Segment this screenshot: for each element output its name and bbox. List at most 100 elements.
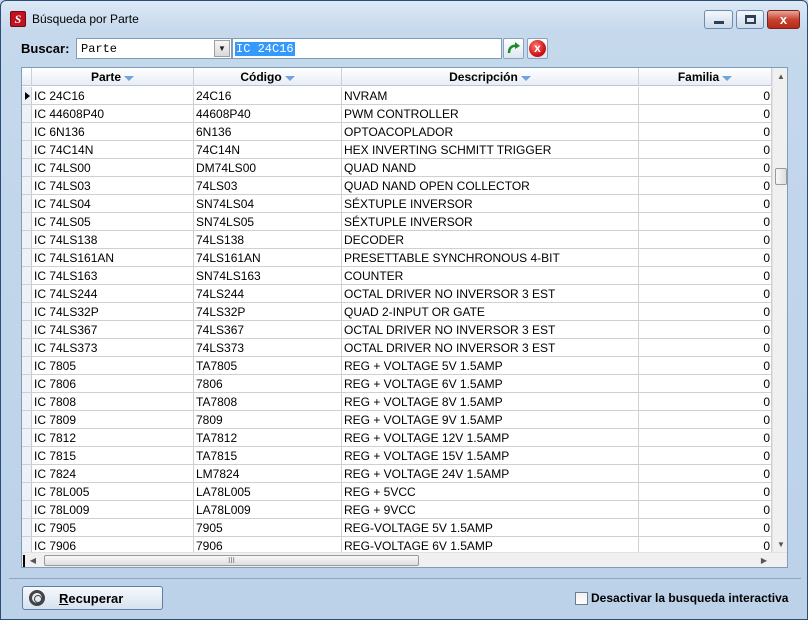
cell-codigo[interactable]: 74C14N [194, 141, 342, 158]
cell-familia[interactable]: 0 [639, 123, 772, 140]
cell-descripcion[interactable]: OCTAL DRIVER NO INVERSOR 3 EST [342, 321, 639, 338]
cell-parte[interactable]: IC 74LS04 [32, 195, 194, 212]
cell-descripcion[interactable]: OCTAL DRIVER NO INVERSOR 3 EST [342, 285, 639, 302]
cell-parte[interactable]: IC 7905 [32, 519, 194, 536]
cell-descripcion[interactable]: REG + VOLTAGE 24V 1.5AMP [342, 465, 639, 482]
row-indicator[interactable] [22, 123, 32, 140]
cell-codigo[interactable]: 74LS32P [194, 303, 342, 320]
maximize-button[interactable] [736, 10, 764, 29]
table-row[interactable]: IC 74LS163 SN74LS163 COUNTER 0 [22, 267, 772, 285]
cell-codigo[interactable]: 7905 [194, 519, 342, 536]
cell-familia[interactable]: 0 [639, 141, 772, 158]
cell-codigo[interactable]: 74LS03 [194, 177, 342, 194]
cell-parte[interactable]: IC 7806 [32, 375, 194, 392]
cell-familia[interactable]: 0 [639, 321, 772, 338]
table-row[interactable]: IC 74LS00 DM74LS00 QUAD NAND 0 [22, 159, 772, 177]
recuperar-button[interactable]: Recuperar [22, 586, 163, 610]
table-row[interactable]: IC 24C16 24C16 NVRAM 0 [22, 87, 772, 105]
cell-codigo[interactable]: SN74LS05 [194, 213, 342, 230]
cell-familia[interactable]: 0 [639, 483, 772, 500]
row-indicator[interactable] [22, 141, 32, 158]
cell-familia[interactable]: 0 [639, 159, 772, 176]
cell-descripcion[interactable]: SÉXTUPLE INVERSOR [342, 195, 639, 212]
cell-parte[interactable]: IC 74LS138 [32, 231, 194, 248]
horizontal-scrollbar[interactable]: ◀ III ▶ [22, 552, 787, 567]
scroll-right-icon[interactable]: ▶ [756, 553, 772, 567]
cell-descripcion[interactable]: QUAD NAND [342, 159, 639, 176]
cell-familia[interactable]: 0 [639, 231, 772, 248]
cell-codigo[interactable]: TA7805 [194, 357, 342, 374]
row-indicator[interactable] [22, 321, 32, 338]
cell-codigo[interactable]: TA7815 [194, 447, 342, 464]
cell-parte[interactable]: IC 7809 [32, 411, 194, 428]
cell-parte[interactable]: IC 24C16 [32, 87, 194, 104]
table-row[interactable]: IC 74LS244 74LS244 OCTAL DRIVER NO INVERSO… [22, 285, 772, 303]
row-indicator[interactable] [22, 375, 32, 392]
table-row[interactable]: IC 74LS04 SN74LS04 SÉXTUPLE INVERSOR 0 [22, 195, 772, 213]
cell-descripcion[interactable]: REG + 9VCC [342, 501, 639, 518]
cell-descripcion[interactable]: REG + 5VCC [342, 483, 639, 500]
cell-codigo[interactable]: 74LS161AN [194, 249, 342, 266]
cell-descripcion[interactable]: PWM CONTROLLER [342, 105, 639, 122]
cell-familia[interactable]: 0 [639, 447, 772, 464]
cell-codigo[interactable]: SN74LS04 [194, 195, 342, 212]
cell-descripcion[interactable]: REG-VOLTAGE 5V 1.5AMP [342, 519, 639, 536]
cell-descripcion[interactable]: SÉXTUPLE INVERSOR [342, 213, 639, 230]
cell-familia[interactable]: 0 [639, 87, 772, 104]
row-indicator[interactable] [22, 195, 32, 212]
table-row[interactable]: IC 7808 TA7808 REG + VOLTAGE 8V 1.5AMP 0 [22, 393, 772, 411]
row-indicator[interactable] [22, 447, 32, 464]
cell-parte[interactable]: IC 7812 [32, 429, 194, 446]
scroll-left-icon[interactable]: ◀ [25, 553, 41, 567]
row-indicator[interactable] [22, 231, 32, 248]
table-row[interactable]: IC 6N136 6N136 OPTOACOPLADOR 0 [22, 123, 772, 141]
cell-parte[interactable]: IC 74C14N [32, 141, 194, 158]
scroll-up-icon[interactable]: ▲ [773, 68, 787, 84]
cell-parte[interactable]: IC 7824 [32, 465, 194, 482]
horizontal-scroll-thumb[interactable]: III [44, 555, 419, 566]
cell-familia[interactable]: 0 [639, 195, 772, 212]
cell-parte[interactable]: IC 74LS03 [32, 177, 194, 194]
table-row[interactable]: IC 78L005 LA78L005 REG + 5VCC 0 [22, 483, 772, 501]
cell-parte[interactable]: IC 7805 [32, 357, 194, 374]
table-row[interactable]: IC 74LS138 74LS138 DECODER 0 [22, 231, 772, 249]
row-indicator[interactable] [22, 105, 32, 122]
row-indicator[interactable] [22, 357, 32, 374]
table-row[interactable]: IC 74C14N 74C14N HEX INVERTING SCHMITT TRI… [22, 141, 772, 159]
cell-familia[interactable]: 0 [639, 105, 772, 122]
cell-descripcion[interactable]: NVRAM [342, 87, 639, 104]
cancel-search-button[interactable]: x [527, 38, 548, 59]
table-row[interactable]: IC 7815 TA7815 REG + VOLTAGE 15V 1.5AMP 0 [22, 447, 772, 465]
cell-familia[interactable]: 0 [639, 429, 772, 446]
table-row[interactable]: IC 74LS367 74LS367 OCTAL DRIVER NO INVERSO… [22, 321, 772, 339]
row-indicator[interactable] [22, 429, 32, 446]
table-row[interactable]: IC 7805 TA7805 REG + VOLTAGE 5V 1.5AMP 0 [22, 357, 772, 375]
cell-parte[interactable]: IC 44608P40 [32, 105, 194, 122]
row-indicator[interactable] [22, 411, 32, 428]
cell-descripcion[interactable]: HEX INVERTING SCHMITT TRIGGER [342, 141, 639, 158]
refresh-button[interactable] [503, 38, 524, 59]
search-input[interactable]: IC 24C16 [232, 38, 502, 59]
row-indicator[interactable] [22, 177, 32, 194]
cell-codigo[interactable]: 74LS367 [194, 321, 342, 338]
cell-descripcion[interactable]: DECODER [342, 231, 639, 248]
row-indicator[interactable] [22, 285, 32, 302]
cell-familia[interactable]: 0 [639, 375, 772, 392]
cell-descripcion[interactable]: REG + VOLTAGE 6V 1.5AMP [342, 375, 639, 392]
cell-descripcion[interactable]: COUNTER [342, 267, 639, 284]
cell-descripcion[interactable]: OPTOACOPLADOR [342, 123, 639, 140]
cell-parte[interactable]: IC 74LS05 [32, 213, 194, 230]
cell-descripcion[interactable]: QUAD NAND OPEN COLLECTOR [342, 177, 639, 194]
search-field-select[interactable]: Parte ▼ [76, 38, 232, 59]
table-row[interactable]: IC 74LS05 SN74LS05 SÉXTUPLE INVERSOR 0 [22, 213, 772, 231]
minimize-button[interactable] [704, 10, 733, 29]
cell-codigo[interactable]: 7806 [194, 375, 342, 392]
cell-codigo[interactable]: 74LS373 [194, 339, 342, 356]
cell-familia[interactable]: 0 [639, 393, 772, 410]
row-indicator[interactable] [22, 267, 32, 284]
cell-parte[interactable]: IC 74LS00 [32, 159, 194, 176]
row-indicator[interactable] [22, 483, 32, 500]
cell-descripcion[interactable]: PRESETTABLE SYNCHRONOUS 4-BIT [342, 249, 639, 266]
cell-parte[interactable]: IC 74LS373 [32, 339, 194, 356]
cell-parte[interactable]: IC 7815 [32, 447, 194, 464]
